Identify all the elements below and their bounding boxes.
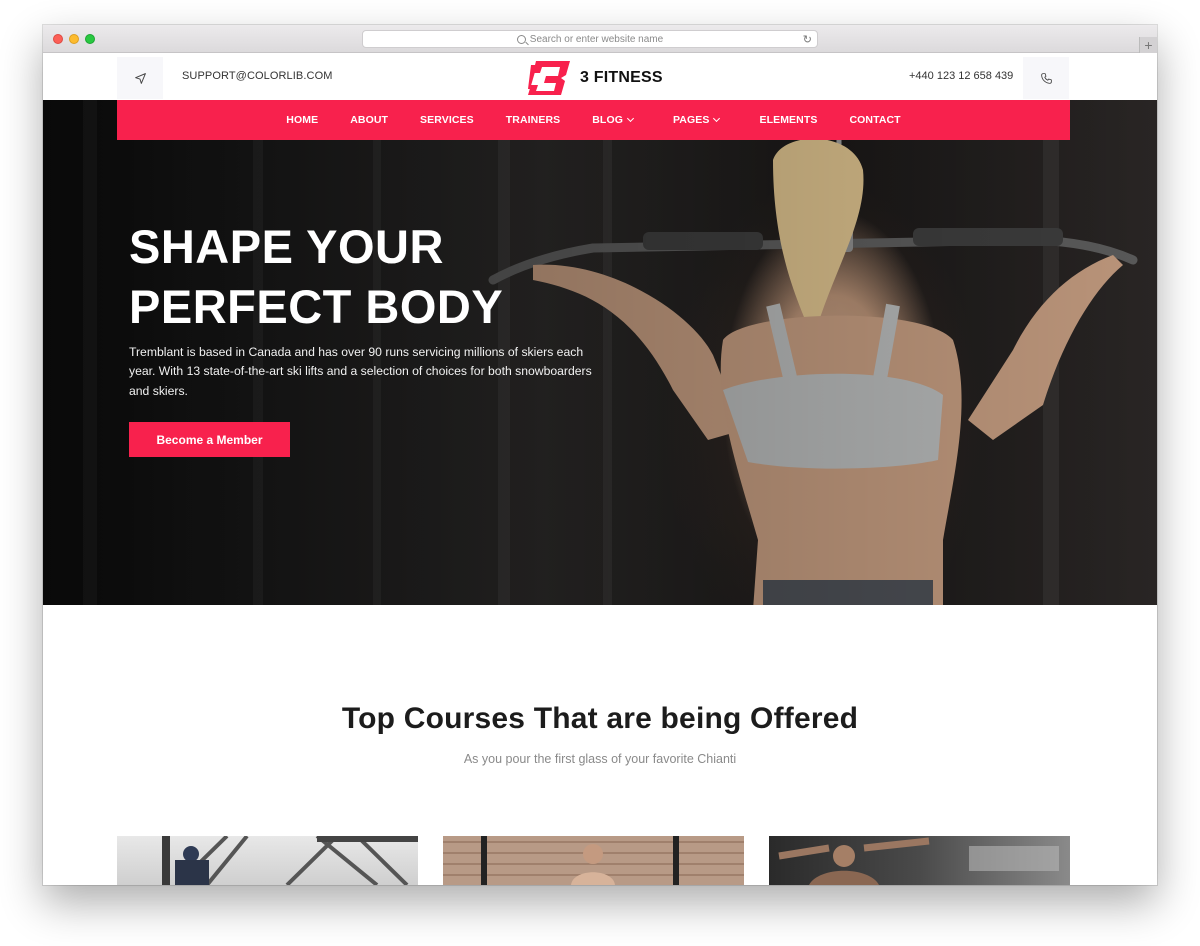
hero-banner: HOME ABOUT SERVICES TRAINERS BLOG PAGES … [43,100,1157,605]
course-card-image[interactable] [443,836,744,885]
nav-item-blog[interactable]: BLOG [592,114,635,126]
phone-number[interactable]: +440 123 12 658 439 [909,70,1013,82]
nav-item-label: BLOG [592,114,623,126]
logo-mark-icon [528,61,570,95]
nav-item-services[interactable]: SERVICES [420,114,474,126]
hero-title-line: PERFECT BODY [129,280,504,333]
site-header: SUPPORT@COLORLIB.COM 3 FITNESS +440 123 … [43,53,1157,100]
support-email-link[interactable]: SUPPORT@COLORLIB.COM [182,70,333,82]
address-bar-placeholder: Search or enter website name [529,33,664,45]
brand-name: 3 FITNESS [580,69,663,86]
nav-item-home[interactable]: HOME [286,114,318,126]
navigation-arrow-icon [134,72,146,84]
location-button[interactable] [117,57,163,99]
hero-description: Tremblant is based in Canada and has ove… [129,345,592,398]
phone-icon [1040,72,1052,84]
nav-item-label: ELEMENTS [759,114,818,126]
nav-item-label: HOME [286,114,319,126]
course-card-image[interactable] [769,836,1070,885]
address-bar[interactable]: Search or enter website name ↻ [362,30,818,48]
new-tab-button[interactable]: + [1139,37,1157,53]
nav-item-label: ABOUT [350,114,389,126]
nav-item-contact[interactable]: CONTACT [849,114,900,126]
browser-window: Search or enter website name ↻ + SUPPORT… [43,25,1157,885]
browser-toolbar: Search or enter website name ↻ + [43,25,1157,53]
become-member-button[interactable]: Become a Member [129,422,290,457]
hero-title-line: SHAPE YOUR [129,220,444,273]
search-icon [516,34,526,44]
minimize-window-button[interactable] [69,34,79,44]
chevron-down-icon [626,114,635,123]
site-logo[interactable]: 3 FITNESS [528,61,663,95]
nav-item-label: SERVICES [420,114,474,126]
gym-photo [778,837,1059,885]
reload-icon[interactable]: ↻ [803,33,812,46]
chevron-down-icon [713,114,721,123]
nav-item-about[interactable]: ABOUT [350,114,388,126]
hero-title: SHAPE YOUR PERFECT BODY [129,217,503,337]
section-title: Top Courses That are being Offered [341,702,859,735]
nav-item-label: TRAINERS [505,114,561,126]
nav-item-label: CONTACT [849,114,901,126]
phone-button[interactable] [1023,57,1069,99]
nav-item-label: PAGES [672,114,710,126]
nav-item-elements[interactable]: ELEMENTS [759,114,817,126]
section-subtitle: As you pour the first glass of your favo… [463,752,737,766]
bridge-photo [162,836,418,885]
nav-item-trainers[interactable]: TRAINERS [506,114,560,126]
course-card-image[interactable] [117,836,418,885]
brick-wall-photo [481,836,679,885]
close-window-button[interactable] [53,34,63,44]
maximize-window-button[interactable] [85,34,95,44]
nav-item-pages[interactable]: PAGES [672,114,721,126]
main-navigation: HOME ABOUT SERVICES TRAINERS BLOG PAGES … [117,100,1070,140]
